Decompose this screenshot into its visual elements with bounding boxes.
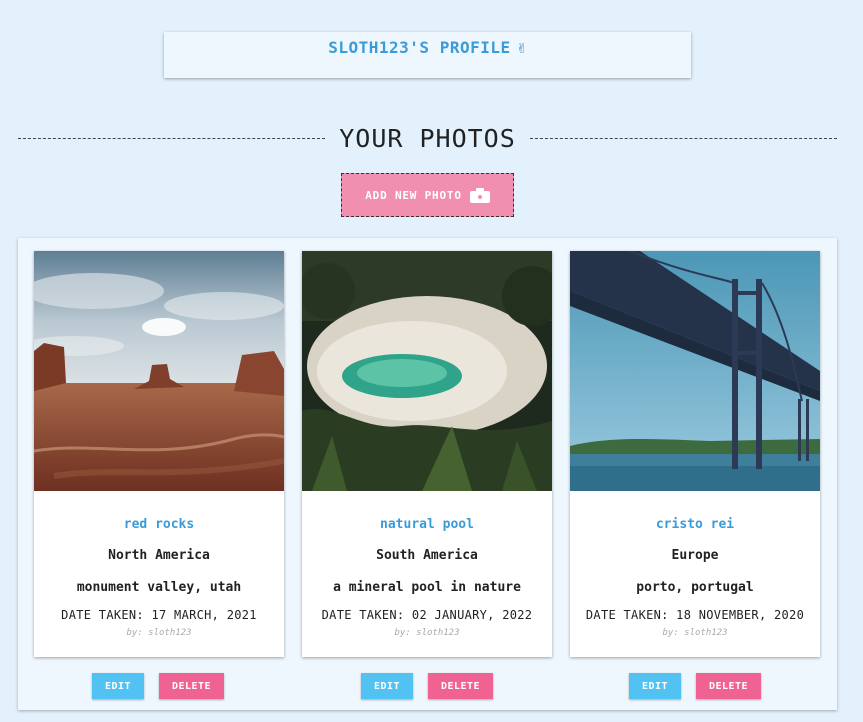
victory-hand-icon: ✌ <box>516 38 527 57</box>
card-author: by: sloth123 <box>394 628 460 638</box>
card-title: cristo rei <box>655 517 735 532</box>
heading-divider-left <box>18 137 326 139</box>
photo-card: natural pool South America a mineral poo… <box>302 251 552 657</box>
photo-natural-pool[interactable] <box>302 251 552 491</box>
card-date: DATE TAKEN: 18 NOVEMBER, 2020 <box>585 608 805 622</box>
card-region: Europe <box>671 548 719 563</box>
delete-button[interactable]: DELETE <box>696 673 761 699</box>
card-location: a mineral pool in nature <box>333 580 521 595</box>
profile-header: SLOTH123'S PROFILE ✌ <box>164 32 691 78</box>
card-title: red rocks <box>123 517 195 532</box>
edit-button[interactable]: EDIT <box>361 673 413 699</box>
card-region: South America <box>376 548 478 563</box>
photo-card: red rocks North America monument valley,… <box>34 251 284 657</box>
photo-gallery: red rocks North America monument valley,… <box>18 238 837 710</box>
card-region: North America <box>108 548 210 563</box>
profile-title: SLOTH123'S PROFILE <box>328 38 511 57</box>
profile-title-row: SLOTH123'S PROFILE ✌ <box>328 38 527 57</box>
card-author: by: sloth123 <box>126 628 192 638</box>
card-location: monument valley, utah <box>76 580 242 595</box>
add-new-photo-button[interactable]: ADD NEW PHOTO <box>341 173 514 217</box>
edit-button[interactable]: EDIT <box>92 673 144 699</box>
add-new-photo-label: ADD NEW PHOTO <box>365 188 462 202</box>
card-title: natural pool <box>380 517 474 532</box>
delete-button[interactable]: DELETE <box>428 673 493 699</box>
section-heading: YOUR PHOTOS <box>18 122 838 154</box>
card-location: porto, portugal <box>636 580 754 595</box>
card-date: DATE TAKEN: 02 JANUARY, 2022 <box>321 608 533 622</box>
card-actions: EDIT DELETE <box>629 673 761 699</box>
photo-cristo-rei[interactable] <box>570 251 820 491</box>
section-title: YOUR PHOTOS <box>339 123 516 153</box>
camera-icon <box>469 187 490 203</box>
card-author: by: sloth123 <box>662 628 728 638</box>
photo-card: cristo rei Europe porto, portugal DATE T… <box>570 251 820 657</box>
card-date: DATE TAKEN: 17 MARCH, 2021 <box>61 608 257 622</box>
photo-red-rocks[interactable] <box>34 251 284 491</box>
card-actions: EDIT DELETE <box>92 673 224 699</box>
heading-divider-right <box>529 137 838 139</box>
delete-button[interactable]: DELETE <box>159 673 224 699</box>
card-actions: EDIT DELETE <box>361 673 493 699</box>
edit-button[interactable]: EDIT <box>629 673 681 699</box>
